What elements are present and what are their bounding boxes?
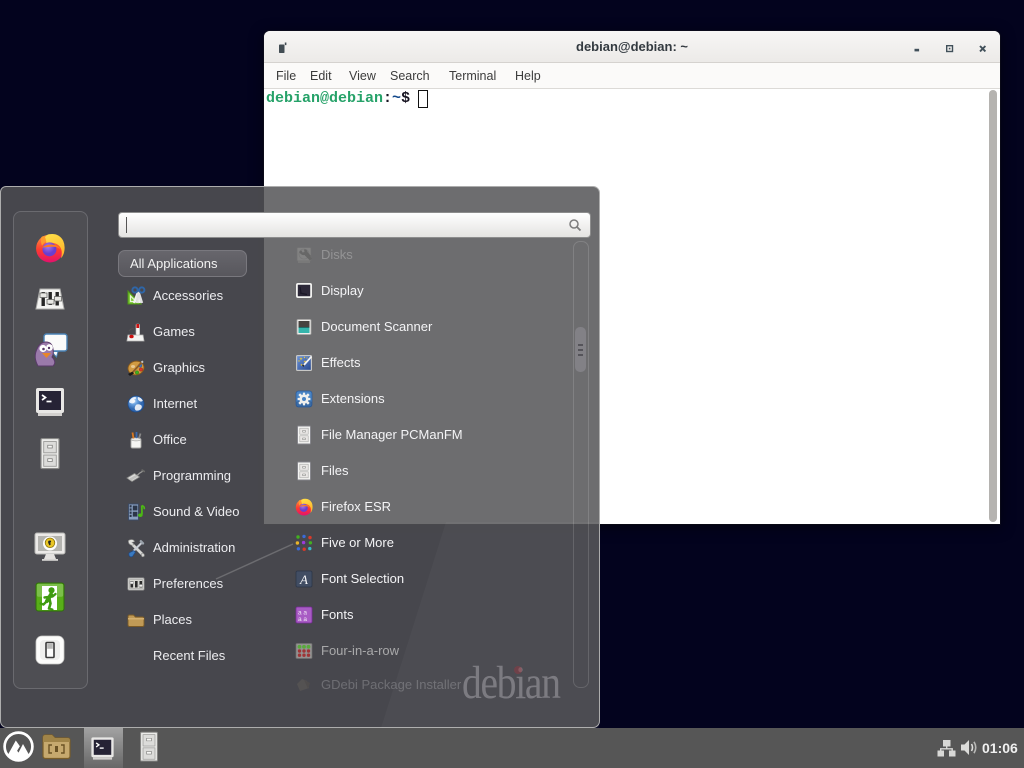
- svg-text:A: A: [299, 572, 308, 587]
- svg-text:a a: a a: [298, 616, 307, 623]
